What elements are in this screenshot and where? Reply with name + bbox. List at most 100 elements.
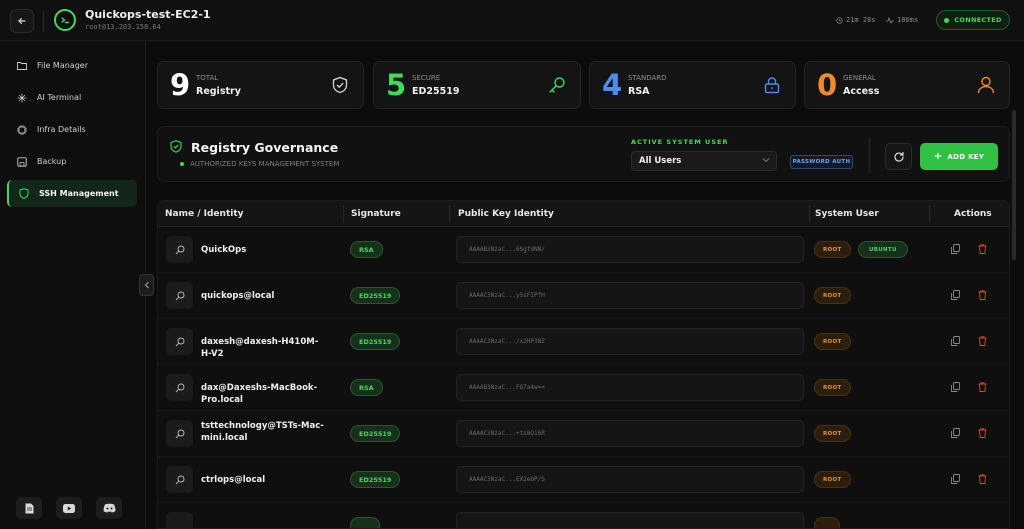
back-button[interactable] [10, 9, 34, 33]
active-user-value: All Users [639, 156, 682, 166]
copy-icon[interactable] [951, 382, 960, 392]
public-key-field[interactable]: AAAAB3NzaC...6SgfdNN/ [456, 236, 804, 263]
table-row[interactable]: QuickOps RSA AAAAB3NzaC...6SgfdNN/ ROOT … [158, 227, 1009, 273]
search-icon [175, 475, 184, 484]
page-title: Registry Governance [191, 140, 339, 155]
row-search-button[interactable] [166, 282, 193, 309]
trash-icon[interactable] [978, 336, 987, 346]
row-search-button[interactable] [166, 420, 193, 447]
column-header-public-key: Public Key Identity [458, 209, 554, 219]
page-scrollbar[interactable] [1012, 110, 1016, 260]
row-search-button[interactable] [166, 374, 193, 401]
system-user-badge: ROOT [814, 425, 851, 442]
public-key-field[interactable] [456, 512, 804, 528]
table-row[interactable]: ctrlops@local ED25519 AAAAC3NzaC...EX2eb… [158, 457, 1009, 503]
latency-indicator: 186ms [886, 16, 918, 24]
pulse-icon [886, 16, 894, 24]
stat-label: SECURE [412, 74, 441, 82]
collapse-sidebar-button[interactable] [139, 274, 154, 296]
sidebar-item-ai-terminal[interactable]: AI Terminal [7, 84, 137, 111]
sidebar-item-file-manager[interactable]: File Manager [7, 52, 137, 79]
server-title: Quickops-test-EC2-1 [85, 8, 211, 21]
add-key-label: ADD KEY [947, 152, 985, 161]
table-row[interactable]: quickops@local ED25519 AAAAC3NzaC...y5sF… [158, 273, 1009, 319]
discord-icon [103, 503, 115, 513]
ssh-keys-table: Name / Identity Signature Public Key Ide… [157, 200, 1010, 529]
trash-icon[interactable] [978, 244, 987, 254]
public-key-field[interactable]: AAAAC3NzaC.../x2HP3NZ [456, 328, 804, 355]
stat-number: 5 [386, 68, 407, 102]
status-dot-icon [180, 162, 184, 166]
copy-icon[interactable] [951, 336, 960, 346]
key-name: tsttechnology@TSTs-Mac-mini.local [201, 421, 324, 443]
key-name: ctrlops@local [201, 475, 266, 485]
password-auth-badge: PASSWORD AUTH [790, 155, 853, 169]
table-row[interactable] [158, 503, 1009, 528]
system-user-badge: ROOT [814, 333, 851, 350]
divider [869, 137, 870, 173]
copy-icon[interactable] [951, 474, 960, 484]
active-user-select[interactable]: All Users [631, 151, 777, 171]
key-name: daxesh@daxesh-H410M-H-V2 [201, 337, 319, 359]
trash-icon[interactable] [978, 290, 987, 300]
public-key-field[interactable]: AAAAC3NzaC...+ts8O16R [456, 420, 804, 447]
key-icon [549, 77, 565, 93]
trash-icon[interactable] [978, 428, 987, 438]
docs-button[interactable] [16, 497, 42, 519]
copy-icon[interactable] [951, 244, 960, 254]
stat-number: 4 [602, 68, 623, 102]
divider [449, 205, 450, 223]
row-search-button[interactable] [166, 236, 193, 263]
search-icon [175, 383, 184, 392]
connection-status-badge: CONNECTED [936, 10, 1010, 30]
sidebar-item-infra-details[interactable]: Infra Details [7, 116, 137, 143]
table-header: Name / Identity Signature Public Key Ide… [158, 201, 1009, 227]
public-key-field[interactable]: AAAAB3NzaC...FQ7a4w== [456, 374, 804, 401]
key-name: dax@Daxeshs-MacBook-Pro.local [201, 383, 318, 405]
signature-badge: ED25519 [350, 425, 401, 442]
connection-status-label: CONNECTED [954, 16, 1002, 24]
table-row[interactable]: daxesh@daxesh-H410M-H-V2 ED25519 AAAAC3N… [158, 319, 1009, 365]
divider [343, 205, 344, 223]
row-search-button[interactable] [166, 512, 193, 528]
sidebar-item-label: AI Terminal [37, 93, 82, 102]
lock-icon [764, 77, 780, 94]
table-row[interactable]: dax@Daxeshs-MacBook-Pro.local RSA AAAAB3… [158, 365, 1009, 411]
copy-icon[interactable] [951, 428, 960, 438]
refresh-button[interactable] [885, 143, 912, 170]
sidebar-item-label: Infra Details [37, 125, 86, 134]
sidebar-item-ssh-management[interactable]: SSH Management [7, 180, 137, 207]
stat-value: ED25519 [412, 86, 460, 97]
trash-icon[interactable] [978, 382, 987, 392]
public-key-field[interactable]: AAAAC3NzaC...EX2ebP/S [456, 466, 804, 493]
system-user-badge: UBUNTU [858, 241, 908, 258]
youtube-button[interactable] [56, 497, 82, 519]
public-key-field[interactable]: AAAAC3NzaC...y5sFIPfH [456, 282, 804, 309]
session-timer: 21m 28s [836, 16, 876, 24]
sparkle-icon [17, 93, 27, 103]
discord-button[interactable] [96, 497, 122, 519]
add-key-button[interactable]: + ADD KEY [920, 143, 998, 170]
signature-badge: ED25519 [350, 471, 401, 488]
arrow-left-icon [18, 17, 26, 25]
sidebar-item-backup[interactable]: Backup [7, 148, 137, 175]
latency-value: 186ms [897, 16, 919, 24]
user-icon [977, 76, 995, 94]
signature-badge: RSA [350, 379, 383, 396]
table-row[interactable]: tsttechnology@TSTs-Mac-mini.local ED2551… [158, 411, 1009, 457]
shield-icon [19, 188, 29, 199]
system-user-badge: ROOT [814, 241, 851, 258]
stat-label: STANDARD [628, 74, 667, 82]
row-search-button[interactable] [166, 328, 193, 355]
column-header-name: Name / Identity [165, 209, 244, 219]
stat-card-general: 0 GENERAL Access [804, 61, 1010, 109]
stat-card-secure: 5 SECURE ED25519 [373, 61, 581, 109]
trash-icon[interactable] [978, 474, 987, 484]
sidebar-item-label: File Manager [37, 61, 88, 70]
copy-icon[interactable] [951, 290, 960, 300]
system-user-badge [814, 517, 840, 528]
cpu-icon [17, 124, 27, 135]
chevron-left-icon [144, 281, 149, 289]
row-search-button[interactable] [166, 466, 193, 493]
stat-number: 0 [817, 68, 838, 102]
